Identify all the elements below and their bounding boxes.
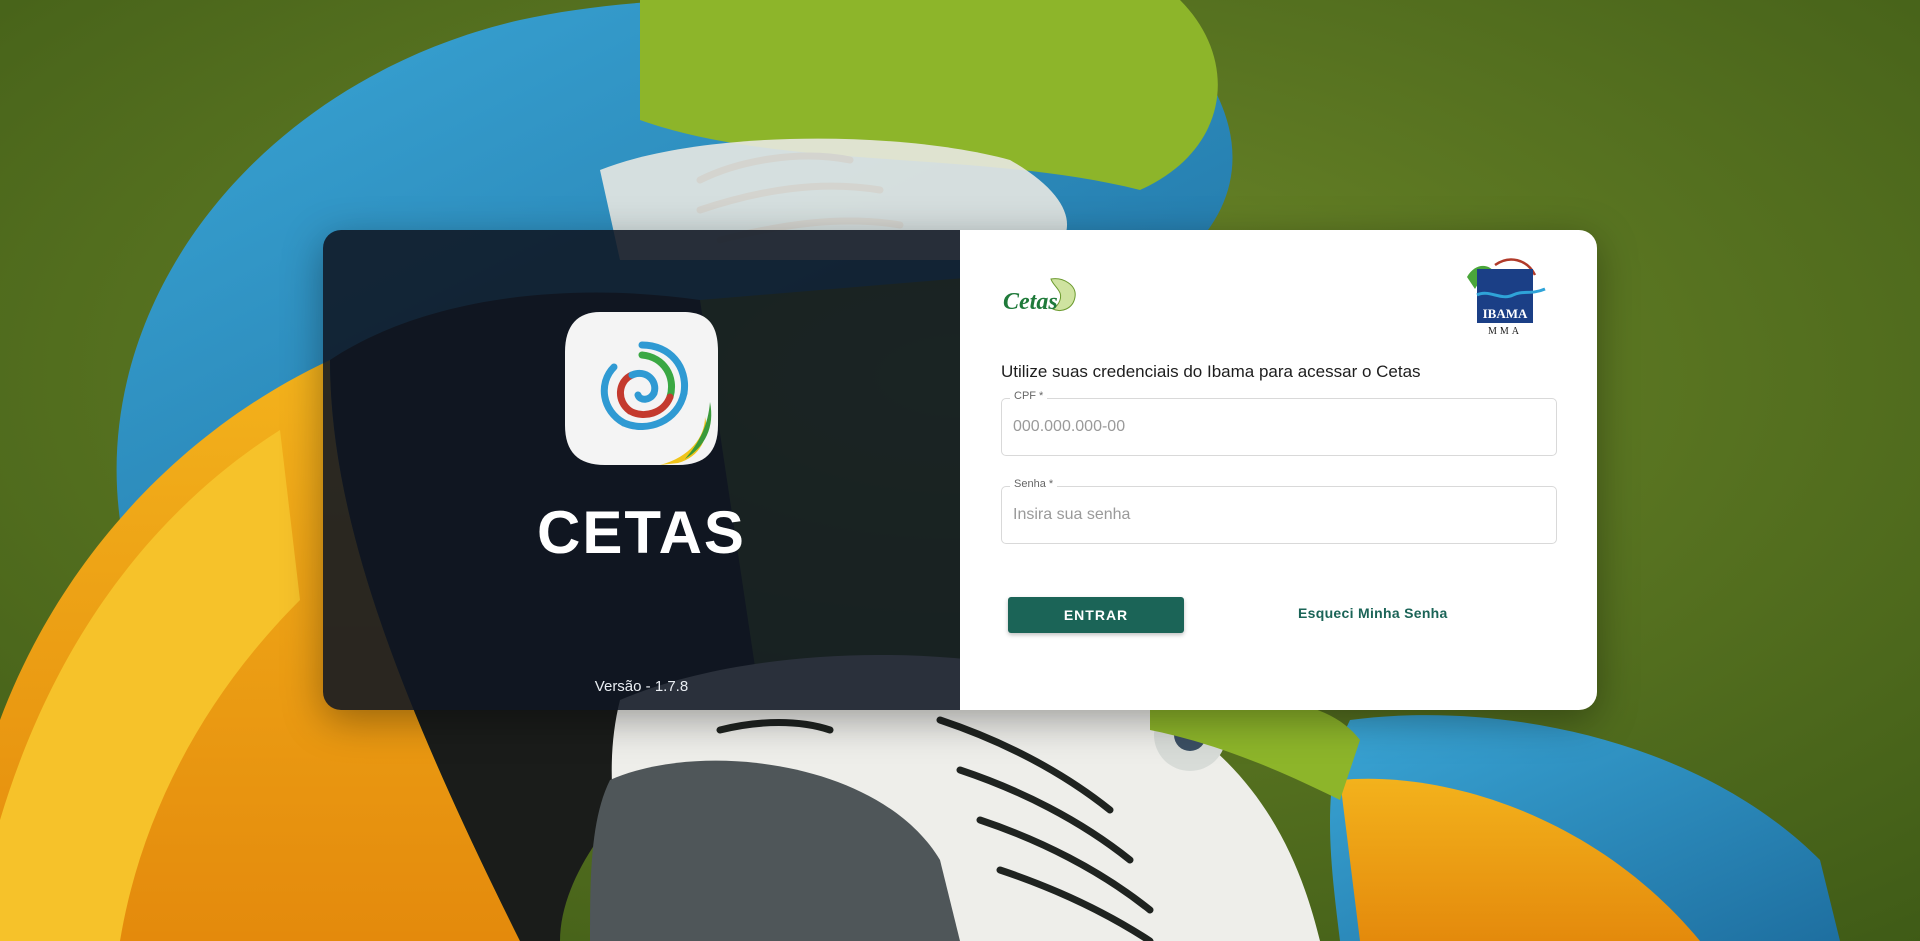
- app-title: CETAS: [537, 499, 746, 566]
- cpf-field: CPF *: [1001, 390, 1557, 456]
- login-form-panel: Cetas IBAMA MMA Utilize suas credenciais…: [960, 230, 1597, 710]
- app-version: Versão - 1.7.8: [594, 678, 689, 695]
- senha-field: Senha *: [1001, 478, 1557, 544]
- ibama-logo: IBAMA MMA: [1465, 255, 1547, 337]
- entrar-button[interactable]: ENTRAR: [1008, 597, 1184, 633]
- cetas-logo: Cetas: [1001, 275, 1081, 319]
- forgot-password-link[interactable]: Esqueci Minha Senha: [1298, 605, 1448, 621]
- cetas-logo-text: Cetas: [1003, 289, 1058, 315]
- login-card: CETAS Versão - 1.7.8 Cetas IBAMA MMA Uti…: [323, 230, 1597, 710]
- login-intro-text: Utilize suas credenciais do Ibama para a…: [1001, 362, 1421, 381]
- brand-panel: CETAS Versão - 1.7.8: [323, 230, 960, 710]
- ibama-logo-text: IBAMA: [1483, 306, 1528, 321]
- app-spiral-icon: [560, 307, 723, 470]
- cpf-input[interactable]: [1013, 399, 1533, 455]
- senha-input[interactable]: [1013, 487, 1533, 543]
- ibama-logo-subtext: MMA: [1488, 326, 1522, 337]
